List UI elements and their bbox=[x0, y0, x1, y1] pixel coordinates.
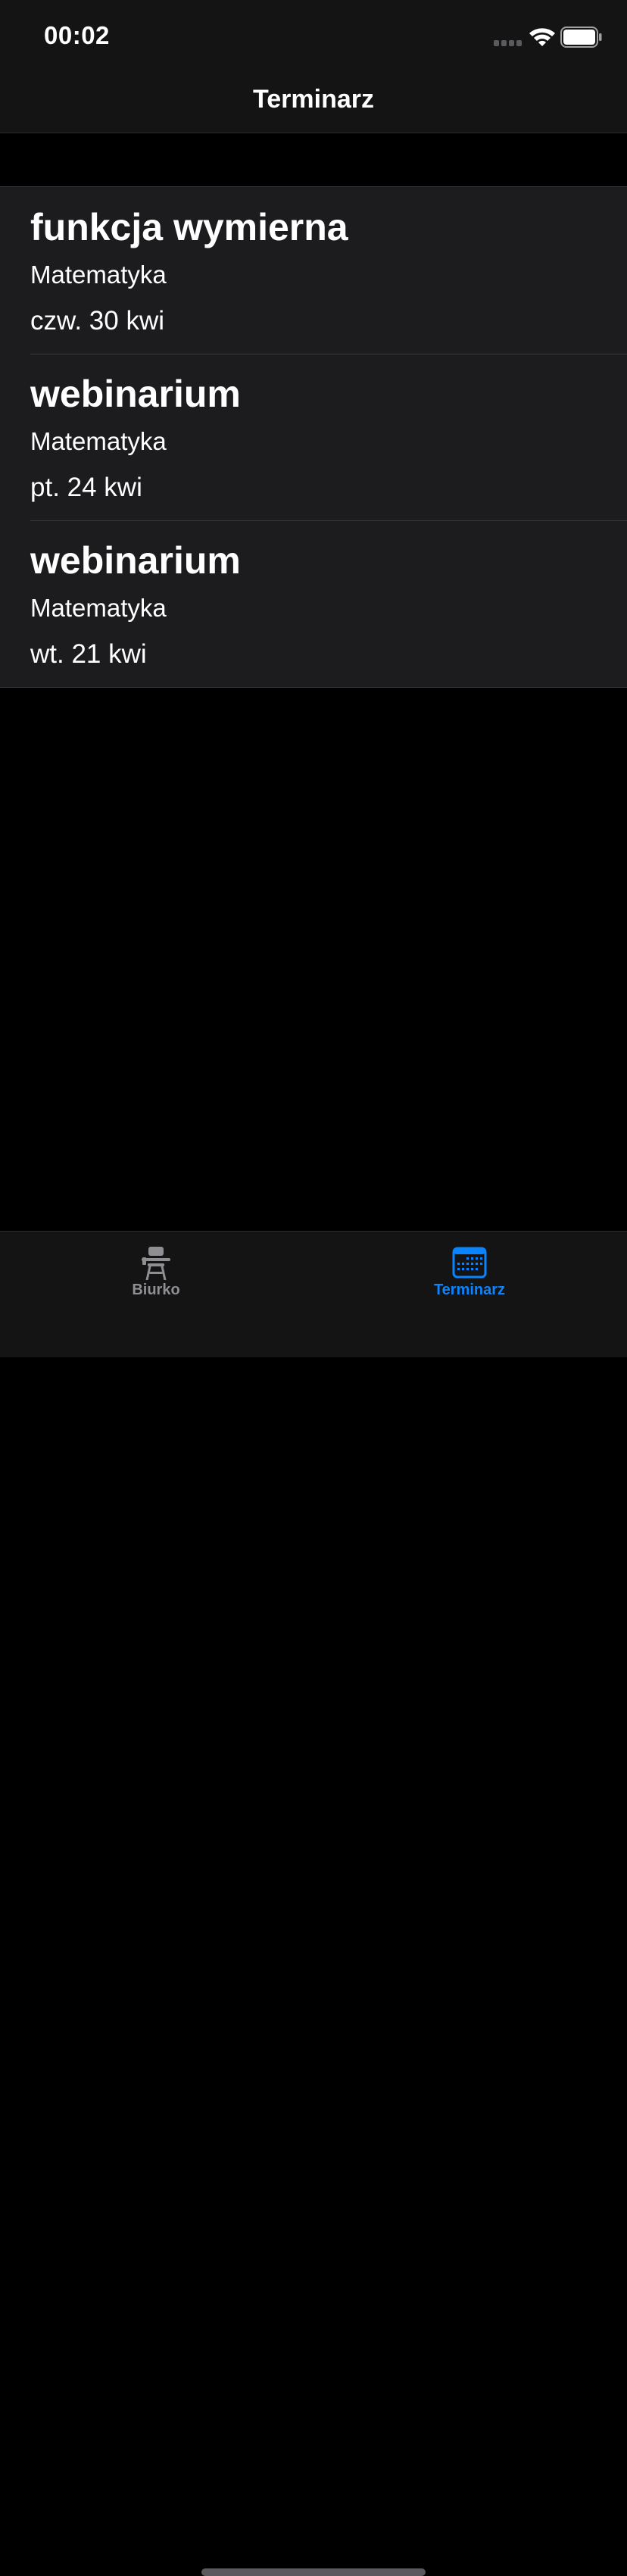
calendar-icon bbox=[452, 1247, 487, 1279]
events-list: funkcja wymierna Matematyka czw. 30 kwi … bbox=[0, 186, 627, 688]
tab-biurko[interactable]: Biurko bbox=[80, 1245, 232, 1313]
tab-label: Biurko bbox=[132, 1282, 180, 1298]
event-date: czw. 30 kwi bbox=[30, 306, 164, 336]
tab-label: Terminarz bbox=[433, 1282, 506, 1298]
event-subject: Matematyka bbox=[30, 594, 167, 622]
event-row[interactable]: webinarium Matematyka pt. 24 kwi bbox=[0, 354, 627, 520]
event-subject: Matematyka bbox=[30, 427, 167, 455]
navigation-bar: Terminarz bbox=[0, 76, 627, 133]
tab-bar: Biurko Terminarz bbox=[0, 1231, 627, 2576]
page-title: Terminarz bbox=[253, 85, 374, 114]
event-subject: Matematyka bbox=[30, 261, 167, 289]
event-title: webinarium bbox=[30, 539, 241, 582]
event-title: webinarium bbox=[30, 373, 241, 415]
wifi-icon bbox=[529, 28, 555, 46]
event-date: pt. 24 kwi bbox=[30, 473, 142, 502]
status-bar: 00:02 bbox=[0, 0, 627, 76]
battery-icon bbox=[560, 27, 602, 48]
event-title: funkcja wymierna bbox=[30, 206, 348, 248]
tab-terminarz[interactable]: Terminarz bbox=[394, 1245, 545, 1313]
event-row[interactable]: webinarium Matematyka wt. 21 kwi bbox=[0, 520, 627, 687]
desk-icon bbox=[142, 1247, 170, 1280]
event-date: wt. 21 kwi bbox=[30, 639, 147, 669]
home-indicator[interactable] bbox=[201, 2568, 426, 2576]
status-time: 00:02 bbox=[44, 21, 110, 49]
event-row[interactable]: funkcja wymierna Matematyka czw. 30 kwi bbox=[0, 187, 627, 354]
cellular-signal-icon bbox=[494, 40, 522, 46]
